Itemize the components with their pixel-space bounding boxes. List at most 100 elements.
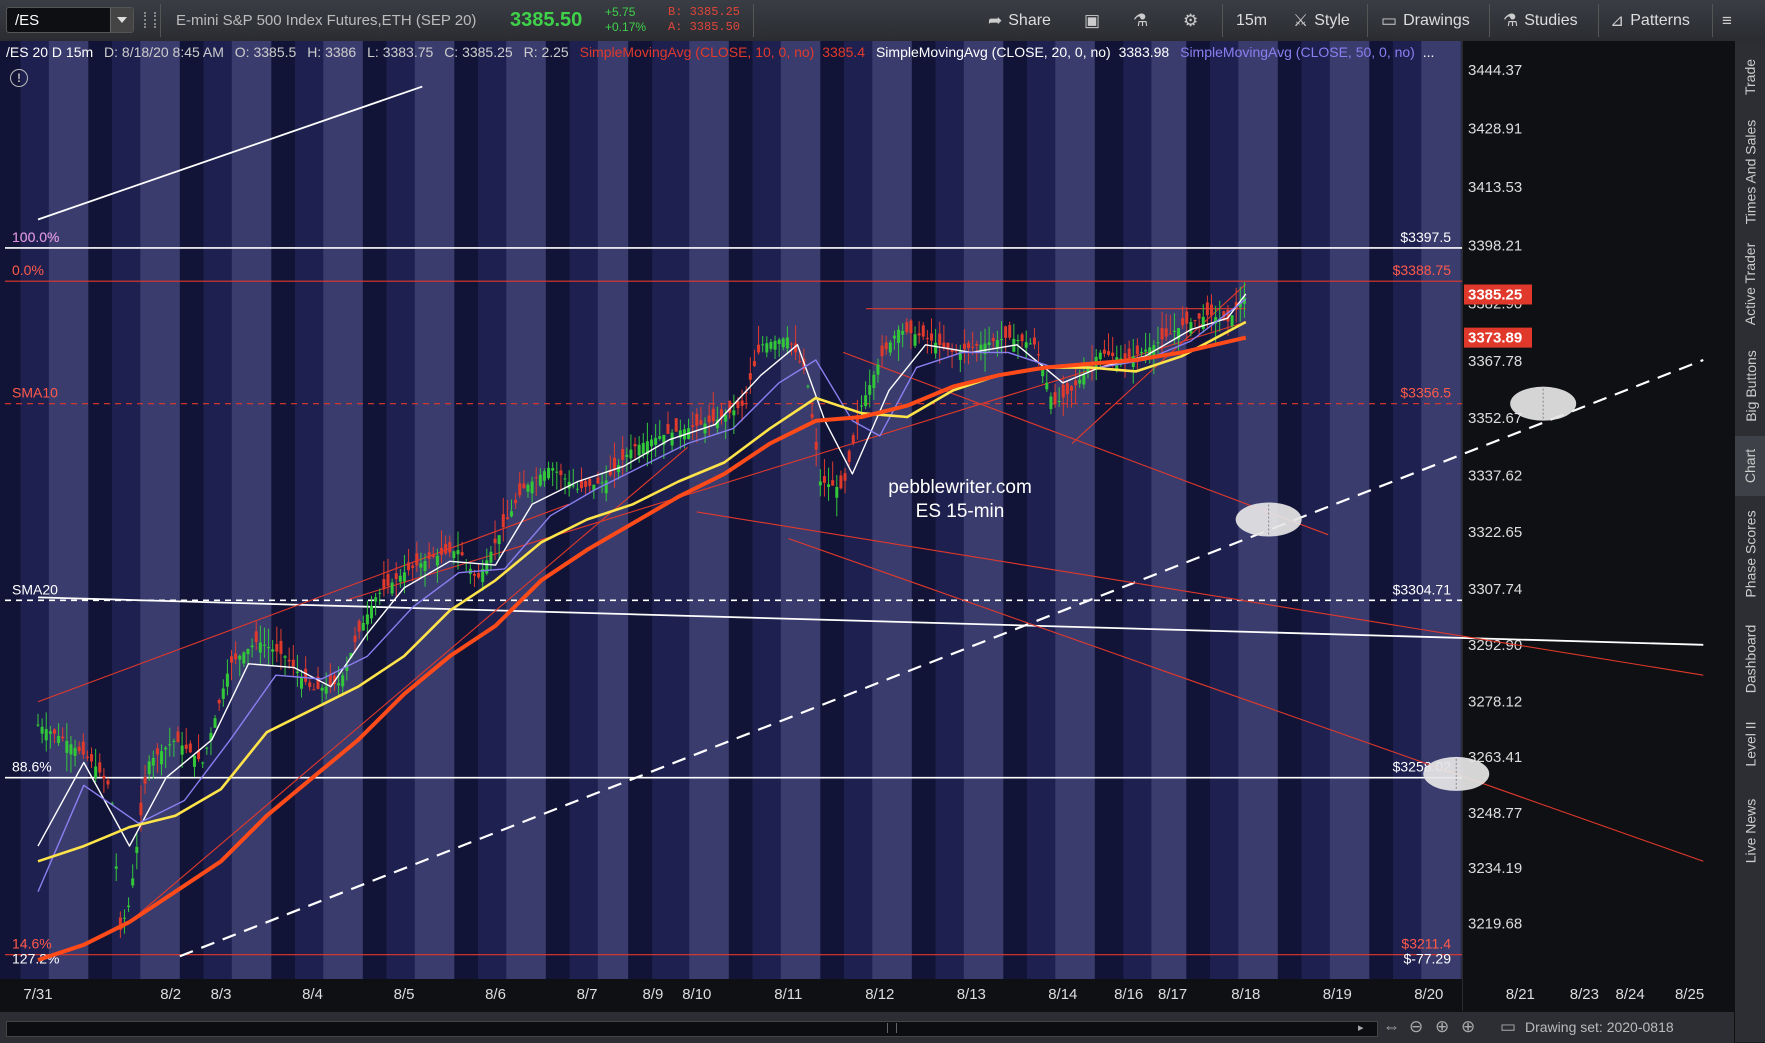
highlight-ellipse[interactable]	[1510, 386, 1577, 421]
candle-body	[571, 485, 575, 487]
side-tab-active-trader[interactable]: Active Trader	[1735, 231, 1765, 336]
candle-body	[238, 655, 242, 660]
highlight-ellipse[interactable]	[1235, 502, 1302, 537]
price-level-right-label: $3211.4	[1401, 936, 1451, 952]
candle-body	[806, 385, 810, 387]
session-band	[1393, 41, 1422, 979]
chevron-down-icon[interactable]	[110, 8, 133, 32]
side-tab-label: Phase Scores	[1742, 509, 1759, 598]
drawings-button[interactable]: ▭ Drawings	[1381, 10, 1470, 32]
candle-body	[1197, 313, 1201, 319]
price-axis-tick-label: 3413.53	[1468, 179, 1522, 196]
sma20-study-label[interactable]: SimpleMovingAvg (CLOSE, 20, 0, no)	[876, 44, 1111, 60]
crosshair-icon[interactable]: ⊕	[1435, 1017, 1449, 1037]
candle-body	[423, 561, 427, 572]
candle-body	[1139, 351, 1143, 353]
side-tab-level-ii[interactable]: Level II	[1735, 706, 1765, 781]
scrollbar-grip[interactable]	[887, 1023, 897, 1033]
flexible-grid-button[interactable]: ▣	[1084, 10, 1100, 32]
sma50-study-label[interactable]: SimpleMovingAvg (CLOSE, 50, 0, no)	[1180, 44, 1415, 60]
session-band	[1123, 41, 1152, 979]
candle-body	[761, 344, 765, 346]
candle-body	[897, 329, 901, 343]
candle-body	[752, 361, 756, 367]
candle-body	[201, 762, 205, 764]
symbol-description: E-mini S&P 500 Index Futures,ETH (SEP 20…	[176, 12, 477, 29]
zoom-in-icon[interactable]: ⊕	[1461, 1017, 1475, 1037]
beaker-button[interactable]: ⚗	[1133, 10, 1148, 32]
price-axis-tick-label: 3278.12	[1468, 693, 1522, 710]
side-tab-chart[interactable]: Chart	[1735, 436, 1765, 496]
candle-body	[365, 614, 369, 625]
side-tab-dashboard[interactable]: Dashboard	[1735, 611, 1765, 706]
candle-body	[279, 640, 283, 654]
style-label: Style	[1314, 12, 1350, 29]
session-band	[628, 41, 653, 979]
candle-body	[52, 729, 56, 734]
more-studies[interactable]: ...	[1423, 44, 1435, 60]
time-axis-tick-label: 8/6	[485, 986, 506, 1003]
candle-body	[85, 756, 89, 758]
side-tab-trade[interactable]: Trade	[1735, 41, 1765, 113]
candle-body	[489, 551, 493, 563]
candle-body	[666, 423, 670, 434]
candle-body	[1061, 384, 1065, 398]
time-axis-tick-label: 8/3	[211, 986, 232, 1003]
side-tab-live-news[interactable]: Live News	[1735, 781, 1765, 881]
candle-body	[979, 344, 983, 351]
menu-button[interactable]: ≡	[1722, 10, 1732, 32]
side-tab-times-and-sales[interactable]: Times And Sales	[1735, 113, 1765, 231]
candle-body	[164, 747, 168, 750]
link-icon[interactable]	[144, 12, 156, 28]
candle-body	[905, 322, 909, 333]
candle-body	[917, 333, 921, 336]
share-button[interactable]: ➦ Share	[988, 10, 1051, 32]
candle-body	[872, 374, 876, 389]
candle-body	[674, 418, 678, 432]
candle-body	[262, 644, 266, 646]
candle-body	[234, 653, 238, 660]
price-chart[interactable]: 3444.373428.913413.533398.213382.903367.…	[0, 41, 1734, 1011]
price-level-right-label: $3397.5	[1400, 229, 1451, 245]
candle-body	[810, 414, 814, 418]
candle-body	[518, 483, 522, 496]
candle-body	[1209, 304, 1213, 316]
candle-body	[847, 450, 851, 462]
timeframe-button[interactable]: 15m	[1236, 10, 1267, 32]
candle-body	[176, 731, 180, 743]
candle-body	[69, 744, 73, 755]
candle-body	[98, 762, 102, 773]
side-tab-phase-scores[interactable]: Phase Scores	[1735, 496, 1765, 611]
candle-body	[370, 605, 374, 619]
session-band	[179, 41, 204, 979]
drawing-set-label[interactable]: Drawing set: 2020-0818	[1525, 1019, 1674, 1035]
highlight-ellipse[interactable]	[1423, 756, 1490, 791]
candle-body	[1024, 342, 1028, 348]
zoom-slider-icon[interactable]: ⇔	[1383, 1017, 1400, 1037]
candle-body	[65, 740, 69, 753]
sma10-study-label[interactable]: SimpleMovingAvg (CLOSE, 10, 0, no)	[580, 44, 815, 60]
session-band	[386, 41, 415, 979]
candle-body	[81, 741, 85, 755]
candle-body	[394, 573, 398, 580]
candle-body	[205, 747, 209, 749]
candle-body	[876, 364, 880, 375]
patterns-button[interactable]: ⊿ Patterns	[1610, 10, 1690, 32]
style-button[interactable]: ⚔ Style	[1293, 10, 1350, 32]
candle-body	[999, 338, 1003, 340]
symbol-selector[interactable]: /ES	[6, 7, 134, 33]
candle-body	[328, 674, 332, 686]
studies-button[interactable]: ⚗ Studies	[1503, 10, 1578, 32]
info-icon[interactable]: !	[10, 69, 28, 87]
candle-body	[1168, 333, 1172, 335]
candle-body	[600, 482, 604, 484]
candle-body	[36, 724, 40, 726]
scroll-right-icon[interactable]: ▸	[1358, 1021, 1364, 1034]
zoom-out-icon[interactable]: ⊖	[1409, 1017, 1423, 1037]
time-scrollbar[interactable]	[6, 1021, 1378, 1037]
watermark-text: pebblewriter.com	[888, 477, 1032, 498]
drawing-set-icon[interactable]: ▭	[1500, 1017, 1516, 1037]
settings-button[interactable]: ⚙	[1183, 10, 1198, 32]
side-tab-big-buttons[interactable]: Big Buttons	[1735, 336, 1765, 436]
candle-body	[147, 761, 151, 775]
